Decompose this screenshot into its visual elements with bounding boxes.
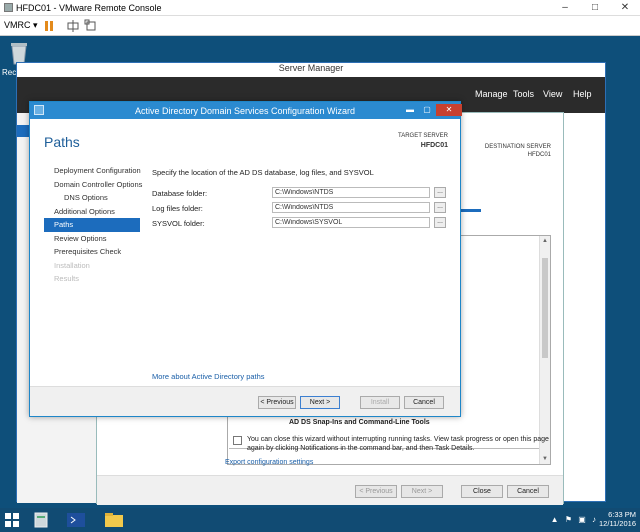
target-server-name: HFDC01 xyxy=(420,142,448,149)
nav-item-results: Results xyxy=(54,274,80,283)
wizard-buttonbar: < Previous Next > Install Cancel xyxy=(30,386,460,416)
start-icon[interactable] xyxy=(4,512,20,528)
menu-tools[interactable]: Tools xyxy=(513,89,534,99)
database-folder-label: Database folder: xyxy=(152,189,208,198)
nav-item-review-options[interactable]: Review Options xyxy=(44,232,140,246)
nav-item-deployment-configuration[interactable]: Deployment Configuration xyxy=(44,164,141,178)
next-button[interactable]: Next > xyxy=(300,396,340,409)
nav-item-dns-options[interactable]: DNS Options xyxy=(44,191,140,205)
role-wizard-buttonbar: < Previous Next > Close Cancel xyxy=(97,475,563,505)
powershell-icon[interactable] xyxy=(64,510,88,530)
page-title: Paths xyxy=(44,134,80,150)
role-wizard-cancel-button[interactable]: Cancel xyxy=(507,485,549,498)
database-folder-input[interactable] xyxy=(272,187,430,198)
system-tray-icons[interactable]: ▲ ⚑ ▣ ♪ xyxy=(551,515,598,524)
server-manager-taskbar-icon[interactable] xyxy=(30,510,54,530)
scroll-up-icon[interactable]: ▲ xyxy=(542,238,548,244)
role-wizard-previous-button[interactable]: < Previous xyxy=(355,485,397,498)
destination-server-label: DESTINATION SERVER xyxy=(484,144,551,150)
pause-icon[interactable] xyxy=(42,19,56,33)
previous-button[interactable]: < Previous xyxy=(258,396,296,409)
fullscreen-icon[interactable] xyxy=(84,19,98,33)
clock-date: 12/11/2016 xyxy=(599,519,636,528)
log-files-folder-browse-button[interactable]: ... xyxy=(434,202,446,213)
vmrc-titlebar: HFDC01 - VMware Remote Console – □ ✕ xyxy=(0,0,640,16)
role-wizard-close-button[interactable]: Close xyxy=(461,485,503,498)
vmrc-window-title: HFDC01 - VMware Remote Console xyxy=(16,3,162,13)
scroll-down-icon[interactable]: ▼ xyxy=(542,456,548,462)
wizard-minimize-button[interactable]: ▬ xyxy=(402,104,418,116)
system-clock[interactable]: 6:33 PM 12/11/2016 xyxy=(599,510,636,528)
wizard-titlebar: Active Directory Domain Services Configu… xyxy=(30,102,462,119)
vmrc-menu-button[interactable]: VMRC ▾ xyxy=(4,20,38,31)
nav-item-paths[interactable]: Paths xyxy=(44,218,140,232)
sysvol-folder-browse-button[interactable]: ... xyxy=(434,217,446,228)
results-scrollbar[interactable]: ▲ ▼ xyxy=(539,236,550,464)
menu-view[interactable]: View xyxy=(543,89,562,99)
guest-desktop: Recy Server Manager Manage Tools View He… xyxy=(0,36,640,508)
note-info-icon xyxy=(233,436,242,445)
wizard-nav: Deployment Configuration Domain Controlle… xyxy=(44,164,142,286)
more-about-paths-link[interactable]: More about Active Directory paths xyxy=(152,372,265,381)
sysvol-folder-label: SYSVOL folder: xyxy=(152,219,205,228)
cancel-button[interactable]: Cancel xyxy=(404,396,444,409)
export-settings-link[interactable]: Export configuration settings xyxy=(225,459,313,466)
destination-server-name: HFDC01 xyxy=(527,152,551,158)
vmrc-app-icon xyxy=(4,3,13,12)
install-button[interactable]: Install xyxy=(360,396,400,409)
close-wizard-note: You can close this wizard without interr… xyxy=(233,435,553,453)
close-wizard-note-text: You can close this wizard without interr… xyxy=(247,436,549,452)
send-ctrl-alt-del-icon[interactable] xyxy=(66,19,80,33)
scroll-thumb[interactable] xyxy=(542,258,548,358)
wizard-maximize-button[interactable]: ▢ xyxy=(419,104,435,116)
target-server-label: TARGET SERVER xyxy=(397,133,448,139)
database-folder-browse-button[interactable]: ... xyxy=(434,187,446,198)
rsat-feature-label: AD DS Snap-Ins and Command-Line Tools xyxy=(289,419,430,426)
wizard-close-button[interactable]: ✕ xyxy=(436,104,462,116)
wizard-title: Active Directory Domain Services Configu… xyxy=(134,106,356,116)
taskbar: ▲ ⚑ ▣ ♪ 6:33 PM 12/11/2016 xyxy=(0,508,640,532)
vmrc-maximize-button[interactable]: □ xyxy=(580,0,610,16)
vmrc-toolbar: VMRC ▾ xyxy=(0,16,640,36)
server-manager-title: Server Manager xyxy=(17,63,605,77)
log-files-folder-label: Log files folder: xyxy=(152,204,203,213)
adds-config-wizard: Active Directory Domain Services Configu… xyxy=(29,101,462,417)
vmrc-close-button[interactable]: ✕ xyxy=(610,0,640,16)
sysvol-folder-input[interactable] xyxy=(272,217,430,228)
nav-item-additional-options[interactable]: Additional Options xyxy=(44,205,140,219)
target-server: TARGET SERVER HFDC01 xyxy=(398,132,448,150)
vmrc-minimize-button[interactable]: – xyxy=(550,0,580,16)
nav-item-prerequisites-check[interactable]: Prerequisites Check xyxy=(44,245,140,259)
menu-manage[interactable]: Manage xyxy=(475,89,508,99)
paths-intro: Specify the location of the AD DS databa… xyxy=(152,168,374,177)
role-wizard-next-button[interactable]: Next > xyxy=(401,485,443,498)
destination-server: DESTINATION SERVER HFDC01 xyxy=(485,143,551,159)
nav-item-installation: Installation xyxy=(54,260,90,270)
log-files-folder-input[interactable] xyxy=(272,202,430,213)
clock-time: 6:33 PM xyxy=(608,510,636,519)
menu-help[interactable]: Help xyxy=(573,89,592,99)
nav-item-domain-controller-options[interactable]: Domain Controller Options xyxy=(44,178,142,192)
file-explorer-icon[interactable] xyxy=(102,510,126,530)
